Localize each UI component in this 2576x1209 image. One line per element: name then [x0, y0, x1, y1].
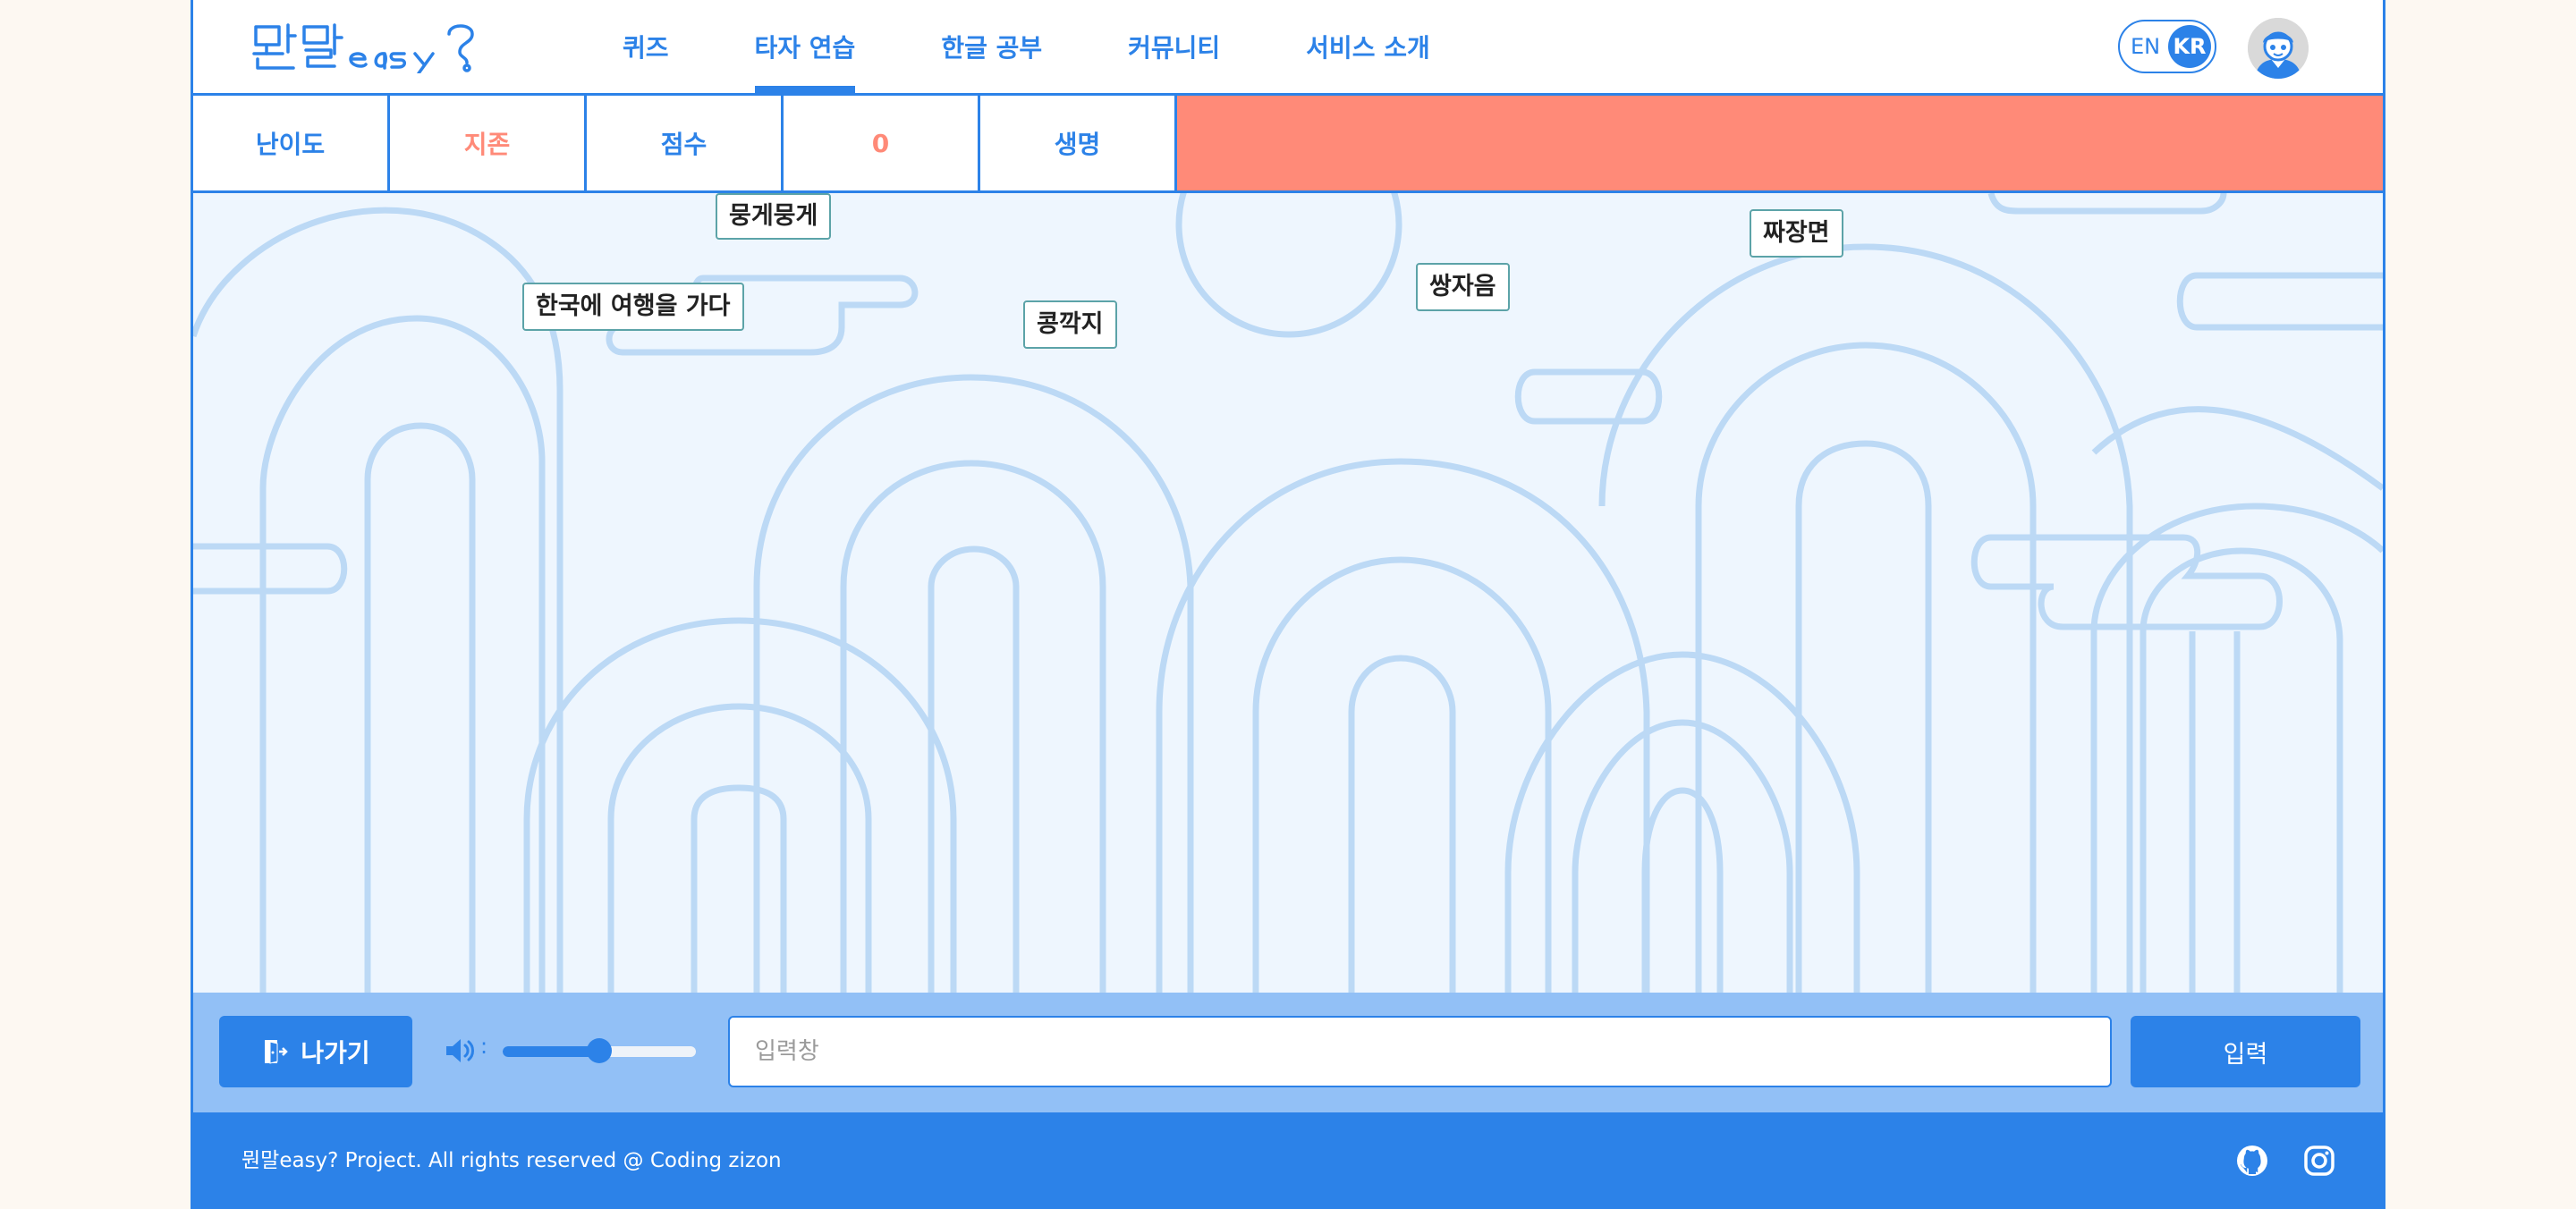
exit-door-icon — [265, 1040, 289, 1064]
volume-colon: : — [480, 1034, 488, 1059]
nav-label: 한글 공부 — [941, 33, 1043, 63]
game-controls: 나가기 : 입력 — [191, 993, 2385, 1112]
nav-label: 타자 연습 — [754, 33, 856, 63]
difficulty-label: 난이도 — [193, 96, 390, 190]
language-toggle[interactable]: EN KR — [2118, 20, 2216, 73]
main-nav: 퀴즈 타자 연습 한글 공부 커뮤니티 서비스 소개 — [623, 0, 1430, 93]
nav-typing-practice[interactable]: 타자 연습 — [754, 0, 856, 93]
github-icon[interactable] — [2236, 1145, 2268, 1177]
falling-word: 콩깍지 — [1023, 300, 1117, 349]
life-bar — [1177, 96, 2383, 190]
volume-slider-fill — [503, 1046, 599, 1057]
exit-label: 나가기 — [301, 1038, 370, 1068]
submit-label: 입력 — [2223, 1040, 2268, 1069]
top-header: 퀴즈 타자 연습 한글 공부 커뮤니티 서비스 소개 EN KR — [191, 0, 2385, 96]
nav-label: 퀴즈 — [623, 33, 669, 63]
volume-slider-thumb[interactable] — [587, 1038, 612, 1063]
nav-about-service[interactable]: 서비스 소개 — [1306, 0, 1430, 93]
copyright-text: 뭔말easy? Project. All rights reserved @ C… — [242, 1149, 782, 1172]
app-frame: 퀴즈 타자 연습 한글 공부 커뮤니티 서비스 소개 EN KR 난이도 지존 … — [191, 0, 2385, 1209]
difficulty-value: 지존 — [390, 96, 587, 190]
word-text: 한국에 여행을 가다 — [536, 292, 731, 320]
life-label: 생명 — [980, 96, 1177, 190]
score-value: 0 — [784, 96, 980, 190]
word-text: 콩깍지 — [1037, 310, 1104, 338]
falling-word: 뭉게뭉게 — [716, 193, 832, 240]
instagram-icon[interactable] — [2303, 1145, 2335, 1177]
footer: 뭔말easy? Project. All rights reserved @ C… — [191, 1112, 2385, 1209]
user-avatar-icon[interactable] — [2248, 18, 2309, 79]
lang-kr-option[interactable]: KR — [2168, 25, 2211, 68]
word-text: 쌍자음 — [1429, 273, 1496, 300]
exit-button[interactable]: 나가기 — [219, 1016, 412, 1087]
nav-label: 커뮤니티 — [1128, 33, 1221, 63]
falling-word: 쌍자음 — [1416, 263, 1510, 311]
typing-game-area: 뭉게뭉게 한국에 여행을 가다 콩깍지 쌍자음 짜장면 — [191, 193, 2385, 993]
word-text: 짜장면 — [1763, 219, 1830, 247]
falling-word: 짜장면 — [1750, 209, 1843, 258]
answer-input[interactable] — [728, 1016, 2112, 1087]
nav-label: 서비스 소개 — [1306, 33, 1430, 63]
lang-en-option[interactable]: EN — [2131, 21, 2160, 72]
nav-community[interactable]: 커뮤니티 — [1128, 0, 1220, 93]
game-stats-bar: 난이도 지존 점수 0 생명 — [191, 96, 2385, 193]
word-text: 뭉게뭉게 — [729, 202, 818, 230]
nav-hangul-study[interactable]: 한글 공부 — [941, 0, 1042, 93]
submit-button[interactable]: 입력 — [2131, 1016, 2360, 1087]
score-label: 점수 — [587, 96, 784, 190]
speaker-icon[interactable] — [444, 1036, 474, 1066]
logo[interactable] — [252, 21, 485, 73]
nav-quiz[interactable]: 퀴즈 — [623, 0, 669, 93]
falling-word: 한국에 여행을 가다 — [522, 283, 744, 331]
volume-slider[interactable] — [503, 1038, 696, 1063]
life-bar-fill — [1177, 96, 2383, 190]
